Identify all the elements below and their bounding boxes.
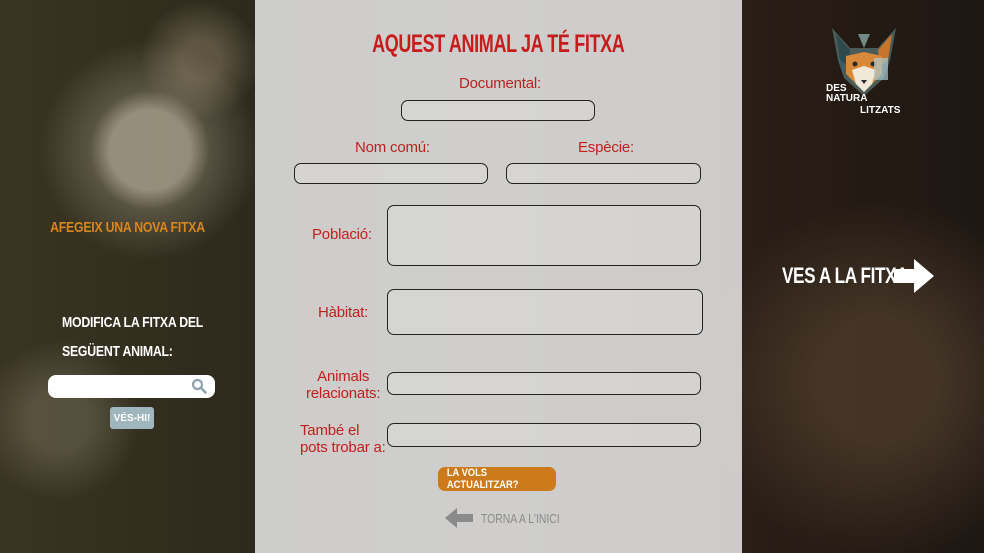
habitat-label: Hàbitat: xyxy=(318,304,369,321)
animal-search-box xyxy=(48,375,215,398)
population-label: Població: xyxy=(312,226,372,243)
animal-search-input[interactable] xyxy=(56,375,195,398)
page-title: AQUEST ANIMAL JA TÉ FITXA xyxy=(255,30,742,59)
card-form-panel: AQUEST ANIMAL JA TÉ FITXA Documental: No… xyxy=(255,0,742,553)
documental-label: Documental: xyxy=(459,75,542,92)
logo-text-line3: LITZATS xyxy=(860,105,901,116)
also-found-label: També el pots trobar a: xyxy=(300,422,386,456)
go-button[interactable]: VÉS-HI! xyxy=(110,407,154,429)
related-animals-field[interactable] xyxy=(387,372,701,395)
related-label-line2: relacionats: xyxy=(306,385,381,402)
go-to-card-label: VES A LA FITXA xyxy=(782,263,909,288)
related-label-line1: Animals xyxy=(317,368,370,385)
update-button-label: LA VOLS ACTUALITZAR? xyxy=(446,467,519,491)
habitat-field[interactable] xyxy=(387,289,703,335)
modify-heading-line1: MODIFICA LA FITXA DEL xyxy=(62,314,204,331)
common-name-field[interactable] xyxy=(294,163,488,184)
search-icon[interactable] xyxy=(191,378,207,394)
right-panel: DES NATURA LITZATS VES A LA FITXA xyxy=(742,0,984,553)
back-home-label: TORNA A L'INICI xyxy=(481,510,560,526)
page-title-text: AQUEST ANIMAL JA TÉ FITXA xyxy=(372,30,625,58)
update-button[interactable]: LA VOLS ACTUALITZAR? xyxy=(438,467,556,491)
add-new-card-link[interactable]: AFEGEIX UNA NOVA FITXA xyxy=(23,219,232,236)
modify-heading-line2: SEGÜENT ANIMAL: xyxy=(62,343,173,360)
species-field[interactable] xyxy=(506,163,701,184)
also-label-line1: També el xyxy=(300,422,360,439)
back-home-link[interactable]: TORNA A L'INICI xyxy=(445,507,579,529)
documental-field[interactable] xyxy=(401,100,595,121)
also-found-field[interactable] xyxy=(387,423,701,447)
species-label: Espècie: xyxy=(578,139,634,156)
also-label-line2: pots trobar a: xyxy=(300,439,386,456)
modify-card-heading: MODIFICA LA FITXA DEL SEGÜENT ANIMAL: xyxy=(62,308,218,366)
brand-logo: DES NATURA LITZATS xyxy=(824,26,904,118)
related-animals-label: Animals relacionats: xyxy=(306,368,381,402)
arrow-left-icon xyxy=(445,508,473,528)
go-to-card-link[interactable]: VES A LA FITXA xyxy=(782,258,936,294)
left-panel: AFEGEIX UNA NOVA FITXA MODIFICA LA FITXA… xyxy=(0,0,255,553)
common-name-label: Nom comú: xyxy=(355,139,430,156)
population-field[interactable] xyxy=(387,205,701,266)
logo-text-line2: NATURA xyxy=(826,93,868,104)
